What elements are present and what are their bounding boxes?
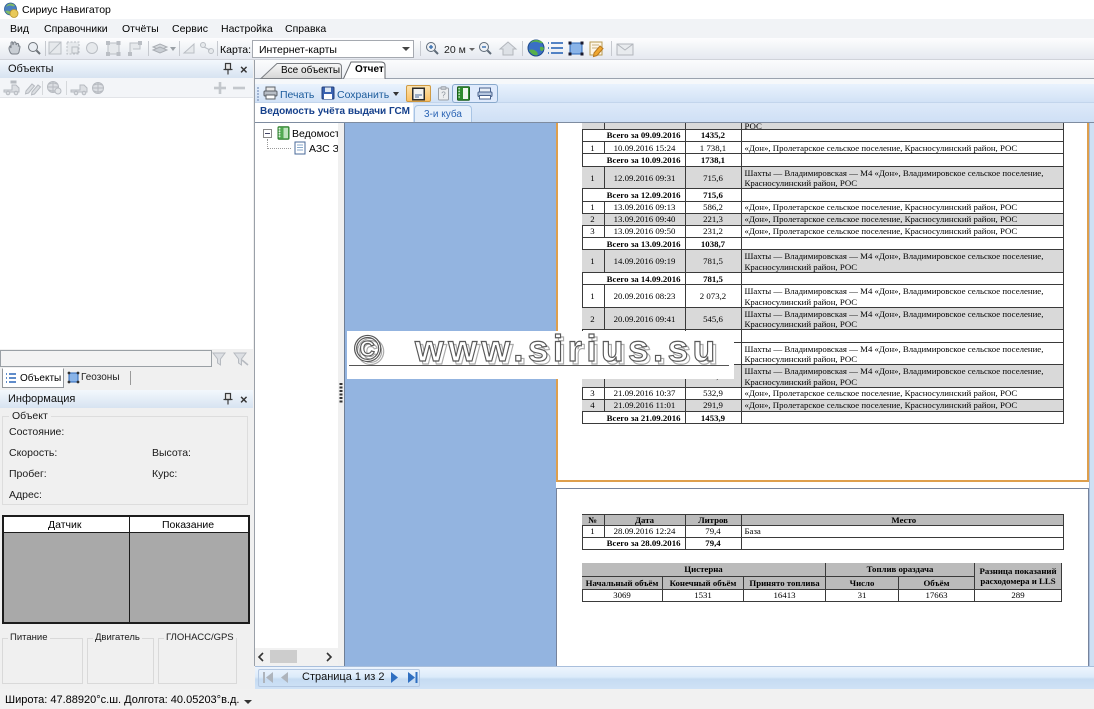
svg-text:?: ? [441, 91, 446, 100]
